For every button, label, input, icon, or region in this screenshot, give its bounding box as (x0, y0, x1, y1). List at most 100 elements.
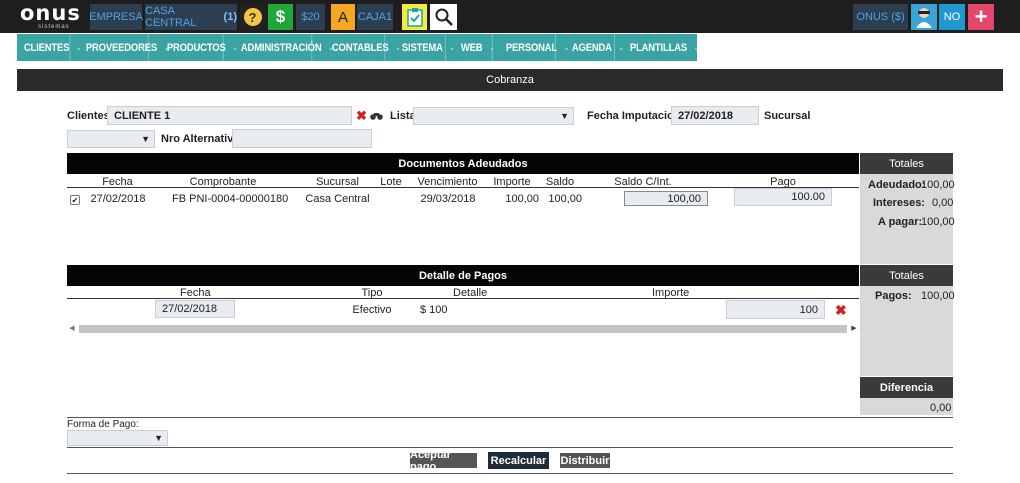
chevron-down-icon: ⌄ (489, 44, 495, 52)
fecha-imputacion-label: Fecha Imputacion: (587, 110, 685, 122)
nav-item-personal[interactable]: PERSONAL ⌄ (499, 34, 569, 61)
clipboard-check-icon (406, 8, 423, 27)
lista-select[interactable]: ▼ (413, 107, 574, 125)
pago-input[interactable]: 100.00 (734, 188, 832, 206)
dollar-icon: $ (275, 7, 286, 26)
distribuir-button[interactable]: Distribuir (560, 453, 610, 468)
search-icon (435, 8, 453, 26)
cell-fecha: 27/02/2018 (90, 193, 146, 205)
casa-central-label: CASA CENTRAL (145, 5, 197, 29)
chevron-down-icon: ⌄ (693, 44, 699, 52)
pagos-total-label: Pagos: (875, 290, 912, 302)
pago-importe-input[interactable]: 100 (726, 300, 825, 319)
no-button[interactable]: NO (939, 4, 965, 30)
section-divider (67, 417, 953, 418)
nav-item-plantillas[interactable]: PLANTILLAS ⌄ (623, 34, 699, 61)
help-button[interactable]: ? (240, 4, 265, 30)
caret-down-icon: ▼ (560, 111, 569, 121)
delete-payment-icon[interactable]: ✖ (835, 302, 847, 319)
balance-label: $20 (301, 11, 320, 23)
nav-label: CLIENTES (23, 41, 70, 54)
nav-item-administracion[interactable]: ADMINISTRACIÓN ⌄ (234, 34, 333, 61)
horizontal-scrollbar[interactable]: ◀ ▶ (67, 324, 859, 334)
nav-label: PRODUCTOS (166, 41, 226, 54)
user-account-label: ONUS ($) (856, 11, 905, 23)
apagar-label: A pagar: (878, 216, 923, 228)
caja-button[interactable]: CAJA1 (357, 4, 393, 30)
apagar-value: 100,00 (921, 216, 955, 228)
letter-a-button[interactable]: A (331, 4, 355, 30)
add-button[interactable]: + (968, 4, 994, 30)
nro-alternativo-input[interactable] (232, 129, 372, 148)
main-nav: CLIENTES ⌄ PROVEEDORES ⌄ PRODUCTOS ⌄ ADMINI… (17, 34, 699, 61)
forma-pago-select[interactable]: ▼ (67, 430, 168, 446)
casa-central-button[interactable]: CASA CENTRAL (1) (145, 4, 237, 30)
nav-label: PROVEEDORES (85, 41, 158, 54)
nav-item-web[interactable]: WEB ⌄ (454, 34, 495, 61)
user-account-button[interactable]: ONUS ($) (853, 4, 908, 30)
caret-down-icon: ▼ (154, 433, 163, 443)
adeudado-label: Adeudado: (868, 179, 926, 191)
dollar-button[interactable]: $ (268, 4, 293, 30)
intereses-value: 0,00 (932, 197, 954, 209)
nav-item-contables[interactable]: CONTABLES ⌄ (325, 34, 400, 61)
pago-fecha-input[interactable]: 27/02/2018 (155, 300, 235, 318)
scroll-right-icon[interactable]: ▶ (849, 324, 859, 334)
totales-pagos-header: Totales (860, 265, 953, 286)
binoculars-icon[interactable] (370, 111, 383, 120)
totales-header: Totales (860, 153, 953, 174)
nav-label: SISTEMA (401, 41, 443, 54)
empresa-button[interactable]: EMPRESA (89, 4, 143, 30)
recalcular-button[interactable]: Recalcular (488, 452, 549, 469)
nav-item-proveedores[interactable]: PROVEEDORES ⌄ (79, 34, 169, 61)
casa-central-count: (1) (223, 11, 237, 23)
aceptar-pago-button[interactable]: Aceptar pago (410, 449, 477, 473)
section-divider (67, 447, 953, 448)
sucursal-label: Sucursal (764, 110, 811, 122)
nav-label: PERSONAL (505, 41, 558, 54)
sucursal-select[interactable]: ▼ (67, 130, 155, 148)
intereses-label: Intereses: (873, 197, 925, 209)
caret-down-icon: ▼ (141, 134, 150, 144)
row-checkbox[interactable]: ✔ (70, 195, 80, 205)
nav-item-sistema[interactable]: SISTEMA ⌄ (395, 34, 455, 61)
nav-item-clientes[interactable]: CLIENTES ⌄ (17, 34, 81, 61)
letter-a-icon: A (337, 8, 348, 26)
empresa-label: EMPRESA (89, 11, 143, 23)
caja-label: CAJA1 (357, 11, 393, 23)
cell-pago-detalle: $ 100 (420, 304, 448, 316)
nav-label: WEB (460, 41, 483, 54)
no-label: NO (943, 11, 961, 23)
cell-vencimiento: 29/03/2018 (420, 193, 476, 205)
onus-logo[interactable]: onus (20, 2, 81, 24)
nav-item-agenda[interactable]: AGENDA ⌄ (565, 34, 624, 61)
plus-icon: + (974, 4, 988, 29)
scrollbar-thumb[interactable] (79, 325, 847, 333)
header-divider (67, 298, 859, 299)
clientes-label: Clientes (67, 110, 110, 122)
balance-display[interactable]: $20 (296, 4, 325, 30)
nav-label: CONTABLES (331, 41, 389, 54)
section-divider (67, 473, 953, 474)
nav-label: AGENDA (571, 41, 612, 54)
nav-item-productos[interactable]: PRODUCTOS ⌄ (160, 34, 238, 61)
user-avatar[interactable] (911, 4, 937, 30)
cell-pago-tipo: Efectivo (352, 304, 392, 316)
onus-logo-subtitle: sistemas (38, 24, 70, 30)
cell-importe: 100,00 (505, 193, 539, 205)
lista-label: Lista (390, 110, 416, 122)
help-icon: ? (243, 8, 262, 26)
pagos-header: Detalle de Pagos (67, 265, 859, 286)
saldo-int-input[interactable]: 100,00 (624, 191, 708, 206)
fecha-imputacion-input[interactable]: 27/02/2018 (671, 106, 759, 125)
search-button[interactable] (430, 4, 457, 30)
cell-comprobante: FB PNI-0004-00000180 (172, 193, 289, 205)
user-avatar-icon (916, 8, 932, 28)
clientes-input[interactable]: CLIENTE 1 (107, 106, 352, 125)
clipboard-button[interactable] (402, 4, 427, 30)
clear-client-icon[interactable]: ✖ (356, 108, 367, 124)
diferencia-value: 0,00 (930, 402, 952, 414)
scroll-left-icon[interactable]: ◀ (67, 324, 77, 334)
diferencia-header: Diferencia (860, 377, 953, 398)
page-title: Cobranza (17, 69, 1003, 91)
